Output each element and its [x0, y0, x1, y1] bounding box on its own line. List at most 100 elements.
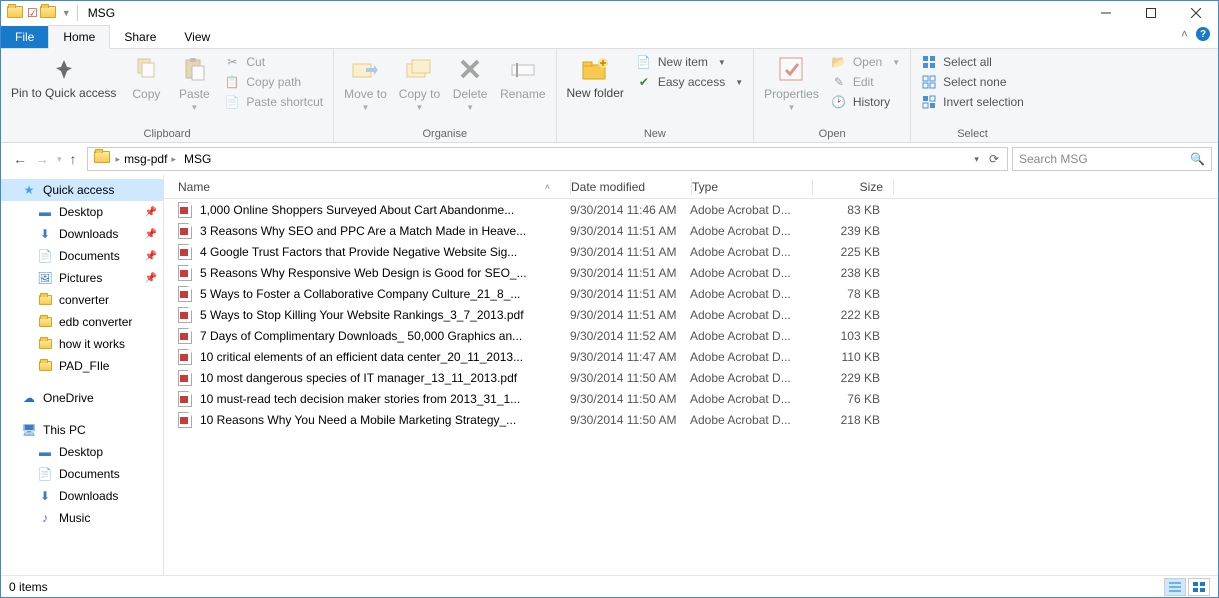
column-date[interactable]: Date modified: [571, 180, 691, 194]
nav-downloads-2[interactable]: ⬇Downloads: [1, 485, 163, 507]
file-type: Adobe Acrobat D...: [690, 350, 810, 364]
file-row[interactable]: 10 most dangerous species of IT manager_…: [164, 367, 1218, 388]
new-item-button[interactable]: 📄New item▼: [632, 53, 747, 71]
breadcrumb-parent[interactable]: msg-pdf▸: [120, 152, 180, 166]
up-button[interactable]: ↑: [70, 151, 77, 167]
nav-pad-file[interactable]: PAD_FIle: [1, 355, 163, 377]
column-headers: Name˄ Date modified Type Size: [164, 175, 1218, 199]
history-icon: 🕑: [831, 94, 847, 110]
invert-selection-button[interactable]: Invert selection: [917, 93, 1028, 111]
paste-shortcut-button[interactable]: 📄Paste shortcut: [220, 93, 327, 111]
nav-downloads[interactable]: ⬇Downloads📌: [1, 223, 163, 245]
pdf-icon: [178, 307, 194, 323]
folder-icon: [37, 314, 53, 330]
copy-to-button[interactable]: Copy to▼: [395, 51, 444, 114]
file-size: 103 KB: [810, 329, 890, 343]
nav-documents-2[interactable]: 📄Documents: [1, 463, 163, 485]
edit-button[interactable]: ✎Edit: [827, 73, 904, 91]
rename-icon: [507, 53, 539, 85]
qat-checkbox-icon[interactable]: ☑: [27, 6, 38, 20]
tab-share[interactable]: Share: [110, 26, 170, 48]
nav-desktop-2[interactable]: ▬Desktop: [1, 441, 163, 463]
address-bar[interactable]: ▸ msg-pdf▸ MSG ▾ ⟳: [87, 147, 1008, 171]
nav-quick-access[interactable]: ★Quick access: [1, 179, 163, 201]
file-size: 78 KB: [810, 287, 890, 301]
nav-onedrive[interactable]: ☁OneDrive: [1, 387, 163, 409]
file-row[interactable]: 10 must-read tech decision maker stories…: [164, 388, 1218, 409]
navigation-pane[interactable]: ★Quick access ▬Desktop📌 ⬇Downloads📌 📄Doc…: [1, 175, 164, 575]
nav-edb-converter[interactable]: edb converter: [1, 311, 163, 333]
nav-desktop[interactable]: ▬Desktop📌: [1, 201, 163, 223]
pdf-icon: [178, 370, 194, 386]
column-type[interactable]: Type: [692, 180, 812, 194]
file-name: 5 Ways to Foster a Collaborative Company…: [200, 287, 570, 301]
minimize-button[interactable]: [1083, 1, 1128, 25]
copy-path-button[interactable]: 📋Copy path: [220, 73, 327, 91]
file-row[interactable]: 4 Google Trust Factors that Provide Nega…: [164, 241, 1218, 262]
address-dropdown-icon[interactable]: ▾: [974, 154, 979, 165]
file-row[interactable]: 10 Reasons Why You Need a Mobile Marketi…: [164, 409, 1218, 430]
file-row[interactable]: 5 Reasons Why Responsive Web Design is G…: [164, 262, 1218, 283]
file-row[interactable]: 5 Ways to Stop Killing Your Website Rank…: [164, 304, 1218, 325]
history-button[interactable]: 🕑History: [827, 93, 904, 111]
easy-access-button[interactable]: ✔Easy access▼: [632, 73, 747, 91]
tab-file[interactable]: File: [1, 26, 48, 48]
breadcrumb-current[interactable]: MSG: [180, 152, 215, 166]
pin-icon: 📌: [145, 229, 157, 240]
file-name: 5 Ways to Stop Killing Your Website Rank…: [200, 308, 570, 322]
recent-dropdown[interactable]: ▾: [57, 154, 62, 165]
properties-button[interactable]: Properties▼: [760, 51, 823, 114]
back-button[interactable]: ←: [13, 151, 27, 167]
pin-to-quick-access-button[interactable]: Pin to Quick access: [7, 51, 120, 102]
file-type: Adobe Acrobat D...: [690, 413, 810, 427]
file-row[interactable]: 1,000 Online Shoppers Surveyed About Car…: [164, 199, 1218, 220]
pin-icon: 📌: [145, 251, 157, 262]
group-label: Organise: [340, 127, 549, 141]
chevron-down-icon: ▼: [892, 58, 900, 67]
group-open: Properties▼ 📂Open▼ ✎Edit 🕑History Open: [754, 49, 911, 142]
file-row[interactable]: 10 critical elements of an efficient dat…: [164, 346, 1218, 367]
paste-button[interactable]: Paste ▼: [172, 51, 216, 114]
move-to-button[interactable]: Move to▼: [340, 51, 391, 114]
tab-home[interactable]: Home: [48, 25, 110, 49]
file-type: Adobe Acrobat D...: [690, 224, 810, 238]
close-button[interactable]: [1173, 1, 1218, 25]
file-row[interactable]: 5 Ways to Foster a Collaborative Company…: [164, 283, 1218, 304]
nav-converter[interactable]: converter: [1, 289, 163, 311]
rename-button[interactable]: Rename: [496, 51, 549, 103]
maximize-button[interactable]: [1128, 1, 1173, 25]
details-view-button[interactable]: [1164, 578, 1186, 596]
nav-this-pc[interactable]: 🖥This PC: [1, 419, 163, 441]
column-name[interactable]: Name˄: [178, 180, 570, 194]
refresh-icon[interactable]: ⟳: [989, 152, 999, 166]
file-type: Adobe Acrobat D...: [690, 308, 810, 322]
desktop-icon: ▬: [37, 204, 53, 220]
tab-view[interactable]: View: [170, 26, 224, 48]
copy-button[interactable]: Copy: [124, 51, 168, 103]
open-button[interactable]: 📂Open▼: [827, 53, 904, 71]
copy-to-icon: [403, 53, 435, 85]
nav-how-it-works[interactable]: how it works: [1, 333, 163, 355]
select-none-button[interactable]: Select none: [917, 73, 1028, 91]
chevron-down-icon: ▼: [735, 78, 743, 87]
thumbnails-view-button[interactable]: [1188, 578, 1210, 596]
cut-button[interactable]: ✂Cut: [220, 53, 327, 71]
search-input[interactable]: Search MSG 🔍: [1012, 147, 1212, 171]
nav-pictures[interactable]: 🖼Pictures📌: [1, 267, 163, 289]
file-name: 5 Reasons Why Responsive Web Design is G…: [200, 266, 570, 280]
select-all-button[interactable]: Select all: [917, 53, 1028, 71]
delete-button[interactable]: Delete▼: [448, 51, 492, 114]
nav-documents[interactable]: 📄Documents📌: [1, 245, 163, 267]
collapse-ribbon-icon[interactable]: ˄: [1181, 27, 1188, 41]
help-icon[interactable]: ?: [1196, 27, 1210, 41]
file-row[interactable]: 3 Reasons Why SEO and PPC Are a Match Ma…: [164, 220, 1218, 241]
nav-music[interactable]: ♪Music: [1, 507, 163, 529]
file-row[interactable]: 7 Days of Complimentary Downloads_ 50,00…: [164, 325, 1218, 346]
forward-button[interactable]: →: [35, 151, 49, 167]
qat-dropdown-icon[interactable]: ▼: [62, 8, 71, 18]
new-folder-button[interactable]: New folder: [563, 51, 628, 102]
qat-folder-icon[interactable]: [40, 6, 56, 20]
file-name: 4 Google Trust Factors that Provide Nega…: [200, 245, 570, 259]
file-list[interactable]: 1,000 Online Shoppers Surveyed About Car…: [164, 199, 1218, 575]
column-size[interactable]: Size: [813, 180, 893, 194]
